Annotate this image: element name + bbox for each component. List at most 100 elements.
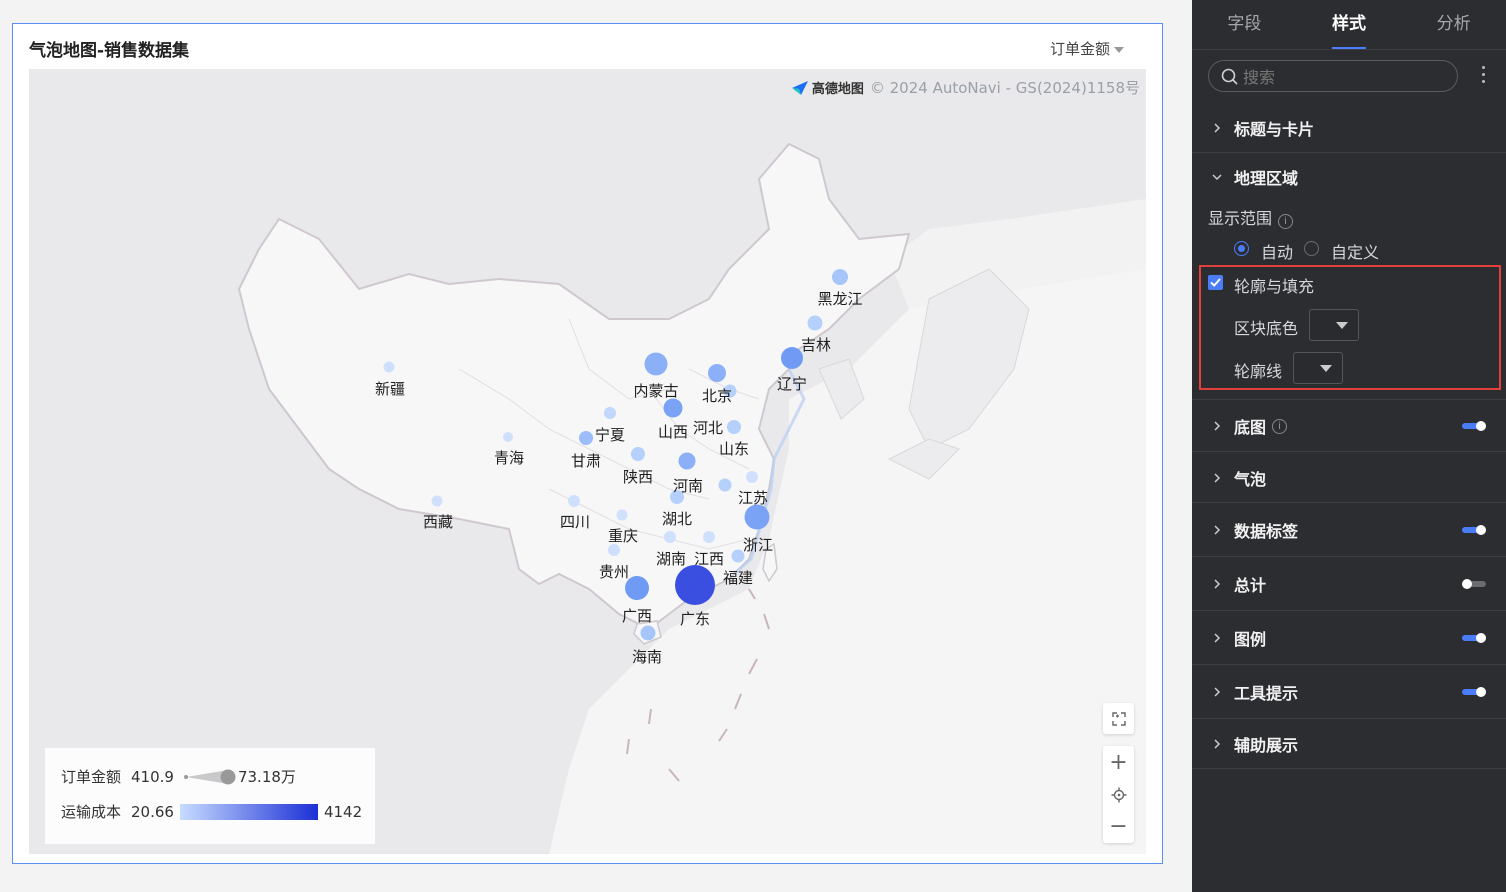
map-area[interactable]: 高德地图 © 2024 AutoNavi - GS(2024)1158号 黑龙江… xyxy=(29,69,1146,854)
label-liaoning: 辽宁 xyxy=(776,375,808,393)
chevron-right-icon xyxy=(1214,473,1221,483)
section-bubble-header[interactable]: 气泡 xyxy=(1192,452,1506,504)
tab-analysis[interactable]: 分析 xyxy=(1401,0,1506,49)
section-data-label: 数据标签 xyxy=(1192,503,1506,557)
bubble-shaanxi[interactable] xyxy=(631,447,645,461)
map-zoom-control: + − xyxy=(1103,746,1134,843)
legend-size-min: 410.9 xyxy=(131,767,174,786)
bubble-ningxia[interactable] xyxy=(604,407,616,419)
label-shanxi: 山西 xyxy=(657,423,689,441)
section-tooltip-header[interactable]: 工具提示 xyxy=(1192,665,1506,719)
section-total: 总计 xyxy=(1192,557,1506,611)
locate-button[interactable] xyxy=(1103,779,1134,811)
search-placeholder: 搜索 xyxy=(1243,68,1276,87)
info-icon: i xyxy=(1278,214,1294,229)
section-basemap: 底图 i xyxy=(1192,400,1506,452)
locate-icon xyxy=(1111,787,1126,802)
section-tooltip: 工具提示 xyxy=(1192,665,1506,719)
tooltip-toggle[interactable] xyxy=(1462,686,1486,698)
legend-toggle[interactable] xyxy=(1462,632,1486,644)
bubble-beijing[interactable] xyxy=(708,364,726,382)
bubble-xinjiang[interactable] xyxy=(383,361,395,373)
chart-card: 气泡地图-销售数据集 订单金额 高德地图 © 2024 AutoNavi - G… xyxy=(12,23,1163,864)
chevron-right-icon xyxy=(1214,123,1221,133)
bubble-guangdong[interactable] xyxy=(675,565,715,605)
legend-color-label: 运输成本 xyxy=(61,803,122,821)
search-icon xyxy=(1221,68,1238,85)
bubble-zhejiang[interactable] xyxy=(744,504,770,530)
radio-custom[interactable] xyxy=(1304,241,1319,256)
label-guangxi: 广西 xyxy=(621,607,653,625)
attribution-text: © 2024 AutoNavi - GS(2024)1158号 xyxy=(869,79,1140,97)
more-options-icon[interactable] xyxy=(1482,66,1486,83)
radio-auto[interactable] xyxy=(1234,241,1249,256)
tab-fields[interactable]: 字段 xyxy=(1192,0,1297,49)
label-fujian: 福建 xyxy=(722,569,754,587)
bubble-hunan[interactable] xyxy=(664,531,676,543)
bubble-shanxi[interactable] xyxy=(663,398,683,418)
measure-dropdown[interactable]: 订单金额 xyxy=(1050,38,1124,59)
section-bubble: 气泡 xyxy=(1192,452,1506,503)
bubble-jilin[interactable] xyxy=(807,315,823,331)
style-panel: 字段 样式 分析 搜索 标题与卡片 地理区域 显示范围 i 自动 自定义 轮廓与… xyxy=(1192,0,1506,892)
legend-color-max: 4142 xyxy=(323,802,363,821)
bubble-neimenggu[interactable] xyxy=(644,352,668,376)
bubble-gansu[interactable] xyxy=(579,431,593,445)
zoom-in-button[interactable]: + xyxy=(1103,747,1134,779)
bubble-jiangsu[interactable] xyxy=(746,471,758,483)
bubble-chongqing[interactable] xyxy=(616,509,628,521)
map-expand-control[interactable] xyxy=(1103,703,1134,734)
zoom-out-button[interactable]: − xyxy=(1103,811,1134,843)
bubble-henan[interactable] xyxy=(678,452,696,470)
section-geo-region-header[interactable]: 地理区域 xyxy=(1192,153,1506,201)
label-sichuan: 四川 xyxy=(559,513,591,531)
radio-custom-label: 自定义 xyxy=(1331,243,1380,262)
caret-down-icon xyxy=(1114,46,1124,53)
map-legend: 订单金额 410.9 73.18万 运输成本 20.66 4142 xyxy=(45,748,375,844)
label-jiangxi: 江西 xyxy=(693,550,725,568)
chevron-right-icon xyxy=(1214,421,1221,431)
bubble-jiangxi[interactable] xyxy=(703,531,715,543)
section-total-header[interactable]: 总计 xyxy=(1192,557,1506,611)
section-title-card: 标题与卡片 xyxy=(1192,102,1506,153)
section-data-label-label: 数据标签 xyxy=(1234,522,1299,541)
data-label-toggle[interactable] xyxy=(1462,524,1486,536)
bubble-shandong[interactable] xyxy=(727,420,741,434)
chevron-right-icon xyxy=(1214,739,1221,749)
legend-size-row: 订单金额 410.9 73.18万 xyxy=(61,766,296,787)
tab-style[interactable]: 样式 xyxy=(1297,0,1402,49)
legend-size-max: 73.18万 xyxy=(237,768,296,786)
section-aux-display-label: 辅助展示 xyxy=(1234,736,1299,755)
section-legend-header[interactable]: 图例 xyxy=(1192,611,1506,665)
section-geo-region-label: 地理区域 xyxy=(1234,169,1299,188)
label-chongqing: 重庆 xyxy=(607,527,639,545)
amap-logo-icon xyxy=(791,80,808,95)
bubble-sichuan[interactable] xyxy=(568,495,580,507)
chevron-right-icon xyxy=(1214,633,1221,643)
section-title-card-label: 标题与卡片 xyxy=(1234,120,1315,139)
bubble-qinghai[interactable] xyxy=(503,432,513,442)
bubble-liaoning[interactable] xyxy=(781,347,803,369)
bubble-xizang[interactable] xyxy=(431,495,443,507)
bubble-jiangxi-small[interactable] xyxy=(718,478,732,492)
label-hunan: 湖南 xyxy=(655,550,687,568)
chart-title: 气泡地图-销售数据集 xyxy=(29,41,190,61)
label-qinghai: 青海 xyxy=(493,449,525,467)
label-neimenggu: 内蒙古 xyxy=(633,382,679,400)
measure-dropdown-label: 订单金额 xyxy=(1049,40,1110,58)
section-basemap-header[interactable]: 底图 i xyxy=(1192,400,1506,452)
basemap-toggle[interactable] xyxy=(1462,420,1486,432)
bubble-hainan[interactable] xyxy=(640,625,656,641)
label-hainan: 海南 xyxy=(631,648,663,666)
section-data-label-header[interactable]: 数据标签 xyxy=(1192,503,1506,557)
search-input[interactable]: 搜索 xyxy=(1208,60,1458,92)
section-aux-display-header[interactable]: 辅助展示 xyxy=(1192,719,1506,769)
bubble-heilongjiang[interactable] xyxy=(832,269,848,285)
chevron-right-icon xyxy=(1214,579,1221,589)
label-shandong: 山东 xyxy=(718,440,750,458)
section-title-card-header[interactable]: 标题与卡片 xyxy=(1192,102,1506,154)
total-toggle[interactable] xyxy=(1462,578,1486,590)
search-row: 搜索 xyxy=(1192,50,1506,102)
section-bubble-label: 气泡 xyxy=(1234,470,1267,489)
amap-logo: 高德地图 xyxy=(791,78,864,97)
